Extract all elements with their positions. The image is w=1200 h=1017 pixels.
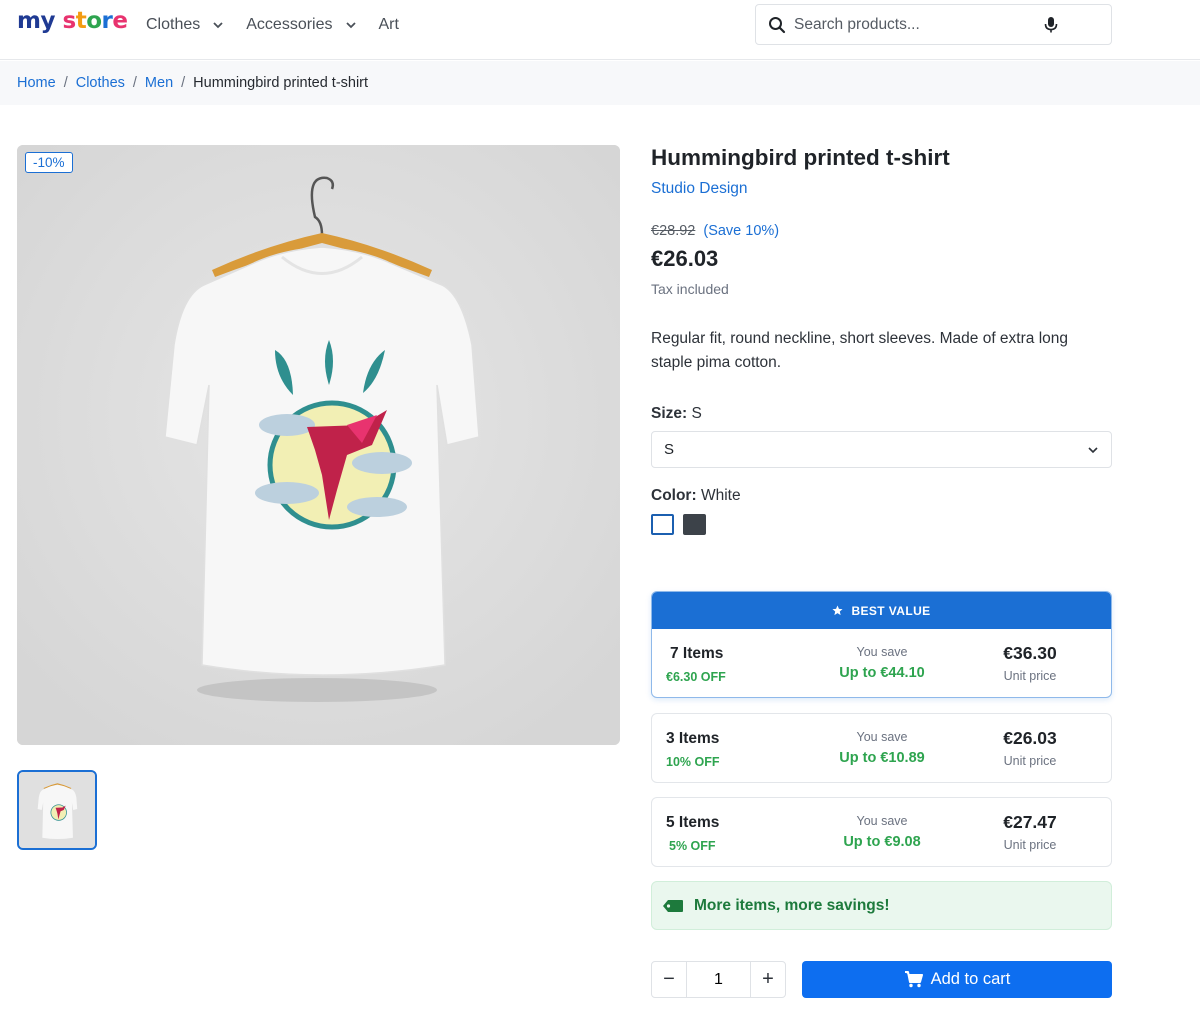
tier-quantity: 5 Items — [666, 814, 720, 831]
tier-savings: Up to €9.08 — [843, 834, 921, 850]
tax-note: Tax included — [651, 281, 729, 297]
tier-price: €36.30 — [1003, 643, 1057, 663]
chevron-down-icon — [1088, 446, 1098, 453]
breadcrumb-current: Hummingbird printed t-shirt — [193, 75, 369, 91]
main-nav: Clothes Accessories Art — [146, 0, 399, 50]
quantity-stepper: − + — [651, 961, 786, 998]
chevron-down-icon — [345, 22, 356, 29]
tier-body: 5 Items 5% OFF You save Up to €9.08 €27.… — [652, 798, 1111, 866]
search-input[interactable] — [794, 15, 1043, 34]
discount-badge: -10% — [25, 152, 73, 173]
tier-discount: €6.30 OFF — [666, 670, 726, 684]
old-price: €28.92 — [651, 223, 696, 239]
tier-body: 7 Items €6.30 OFF You save Up to €44.10 … — [652, 629, 1111, 697]
nav-item-label: Clothes — [146, 16, 201, 33]
nav-item-accessories[interactable]: Accessories — [246, 16, 356, 34]
tier-price: €26.03 — [1003, 728, 1057, 748]
bundle-tier-3-items[interactable]: 3 Items 10% OFF You save Up to €10.89 €2… — [651, 713, 1112, 783]
best-value-header: BEST VALUE — [652, 592, 1111, 629]
bundle-tier-5-items[interactable]: 5 Items 5% OFF You save Up to €9.08 €27.… — [651, 797, 1112, 867]
color-swatch-dark-grey[interactable] — [683, 514, 706, 535]
color-swatches — [651, 514, 1112, 535]
product-brand-link[interactable]: Studio Design — [651, 180, 1112, 198]
color-label: Color: — [651, 487, 697, 504]
product-thumbnail[interactable] — [17, 770, 97, 850]
tier-discount: 5% OFF — [669, 839, 716, 853]
size-label: Size: — [651, 405, 688, 422]
current-price: €26.03 — [651, 246, 719, 271]
search-box — [755, 4, 1112, 45]
tier-savings: Up to €44.10 — [839, 665, 925, 681]
savings-banner-text: More items, more savings! — [694, 896, 890, 914]
add-to-cart-label: Add to cart — [930, 970, 1011, 988]
breadcrumb-men[interactable]: Men — [145, 75, 173, 91]
best-value-label: BEST VALUE — [851, 603, 931, 618]
old-price-row: €28.92 (Save 10%) — [651, 223, 1112, 239]
product-info: Hummingbird printed t-shirt Studio Desig… — [651, 145, 1112, 535]
product-description: Regular fit, round neckline, short sleev… — [651, 330, 1069, 371]
breadcrumb-home[interactable]: Home — [17, 75, 56, 91]
color-label-row: Color: White — [651, 487, 1112, 505]
size-select-value: S — [664, 441, 675, 458]
color-value: White — [700, 487, 741, 504]
store-logo[interactable]: my store — [17, 8, 128, 34]
you-save-label: You save — [856, 814, 908, 828]
you-save-label: You save — [856, 730, 908, 744]
breadcrumb-clothes[interactable]: Clothes — [76, 75, 125, 91]
savings-banner: More items, more savings! — [651, 881, 1112, 930]
microphone-icon[interactable] — [1043, 16, 1059, 34]
nav-item-label: Art — [378, 16, 399, 33]
decrease-quantity-button[interactable]: − — [652, 962, 686, 997]
tier-discount: 10% OFF — [666, 755, 720, 769]
tshirt-image — [17, 145, 620, 745]
unit-price-label: Unit price — [1003, 754, 1057, 768]
breadcrumb: Home / Clothes / Men / Hummingbird print… — [17, 75, 368, 91]
save-percentage: (Save 10%) — [703, 223, 780, 239]
unit-price-label: Unit price — [1003, 838, 1057, 852]
nav-item-clothes[interactable]: Clothes — [146, 16, 224, 34]
size-value: S — [691, 405, 702, 422]
product-main-image[interactable]: -10% — [17, 145, 620, 745]
you-save-label: You save — [856, 645, 908, 659]
price-tag-icon — [663, 899, 683, 912]
logo-word-store: store — [62, 8, 128, 34]
tshirt-thumbnail-image — [19, 772, 95, 848]
tier-price: €27.47 — [1003, 812, 1057, 832]
search-icon[interactable] — [768, 16, 786, 34]
nav-item-art[interactable]: Art — [379, 16, 399, 34]
color-swatch-white[interactable] — [651, 514, 674, 535]
add-to-cart-button[interactable]: Add to cart — [802, 961, 1112, 998]
tier-savings: Up to €10.89 — [839, 750, 925, 766]
chevron-down-icon — [213, 22, 223, 29]
breadcrumb-separator: / — [132, 75, 137, 91]
size-select[interactable]: S — [651, 431, 1112, 468]
unit-price-label: Unit price — [1003, 669, 1057, 683]
increase-quantity-button[interactable]: + — [751, 962, 785, 997]
star-icon — [832, 605, 843, 616]
tier-body: 3 Items 10% OFF You save Up to €10.89 €2… — [652, 714, 1111, 782]
bundle-tier-7-items[interactable]: BEST VALUE 7 Items €6.30 OFF You save Up… — [651, 591, 1112, 698]
size-label-row: Size: S — [651, 405, 1112, 423]
tier-quantity: 7 Items — [670, 645, 724, 662]
logo-word-my: my — [17, 8, 55, 34]
product-title: Hummingbird printed t-shirt — [651, 145, 950, 170]
nav-item-label: Accessories — [246, 16, 333, 33]
tier-quantity: 3 Items — [666, 730, 720, 747]
shopping-cart-icon — [904, 971, 923, 988]
site-header: my store Clothes Accessories Art — [0, 0, 1200, 60]
quantity-input[interactable] — [686, 962, 751, 997]
breadcrumb-separator: / — [181, 75, 186, 91]
breadcrumb-separator: / — [63, 75, 68, 91]
breadcrumb-bar: Home / Clothes / Men / Hummingbird print… — [0, 61, 1200, 105]
